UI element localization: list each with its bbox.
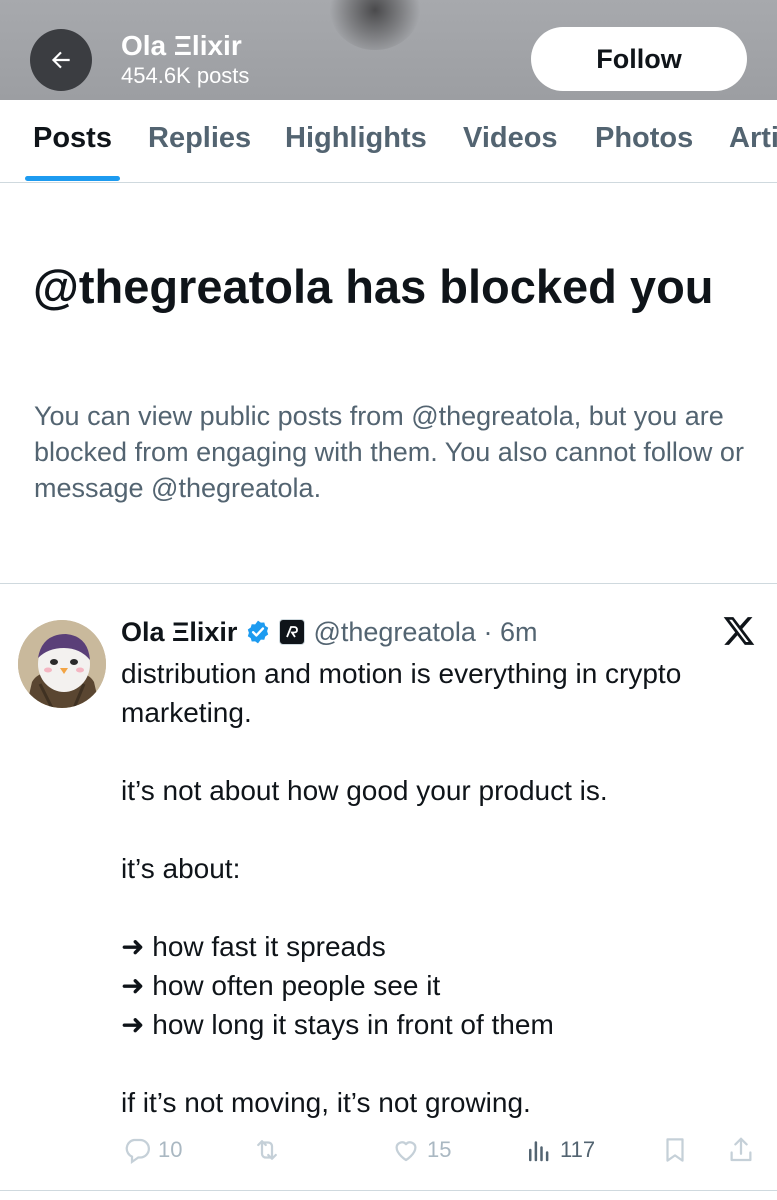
blocked-title: @thegreatola has blocked you xyxy=(33,260,714,313)
post-body: distribution and motion is everything in… xyxy=(121,654,751,1122)
like-count: 15 xyxy=(427,1137,452,1162)
verified-badge-icon xyxy=(248,620,269,644)
follow-button[interactable]: Follow xyxy=(531,27,747,91)
profile-tabs: Posts Replies Highlights Videos Photos A… xyxy=(0,100,777,183)
blocked-description: You can view public posts from @thegreat… xyxy=(34,401,744,503)
post-header: Ola Ξlixir @thegreatola · 6m xyxy=(121,614,537,650)
post-actions: 10 15 117 xyxy=(0,1128,777,1172)
profile-header: Ola Ξlixir 454.6K posts Follow xyxy=(0,0,777,100)
penguin-avatar-icon xyxy=(18,620,106,708)
avatar[interactable] xyxy=(18,620,106,708)
post-divider xyxy=(0,1190,777,1191)
tab-articles[interactable]: Arti xyxy=(729,122,777,155)
profile-name: Ola Ξlixir xyxy=(121,30,242,61)
like-icon xyxy=(395,1141,417,1162)
section-divider xyxy=(0,583,777,584)
repost-button[interactable] xyxy=(252,1128,282,1172)
bookmark-button[interactable] xyxy=(660,1128,690,1172)
views-button[interactable]: 117 xyxy=(524,1128,595,1172)
share-button[interactable] xyxy=(726,1128,756,1172)
post-count: 454.6K posts xyxy=(121,63,250,88)
reply-count: 10 xyxy=(158,1137,183,1162)
post-line: it’s not about how good your product is. xyxy=(121,775,608,806)
share-icon xyxy=(730,1137,752,1162)
like-button[interactable]: 15 xyxy=(391,1128,451,1172)
post-line: ➜ how fast it spreads xyxy=(121,931,386,962)
active-tab-indicator xyxy=(25,176,120,181)
tab-videos[interactable]: Videos xyxy=(463,122,558,155)
reply-button[interactable]: 10 xyxy=(122,1128,182,1172)
repost-icon xyxy=(257,1140,277,1160)
post-line: ➜ how often people see it xyxy=(121,970,441,1001)
back-button[interactable] xyxy=(30,29,92,91)
bookmark-icon xyxy=(666,1138,684,1162)
post-author-name[interactable]: Ola Ξlixir xyxy=(121,617,237,648)
views-icon xyxy=(529,1141,549,1162)
banner-image xyxy=(330,0,420,50)
post-line: ➜ how long it stays in front of them xyxy=(121,1009,554,1040)
tab-highlights[interactable]: Highlights xyxy=(285,122,427,155)
tab-photos[interactable]: Photos xyxy=(595,122,693,155)
tab-posts[interactable]: Posts xyxy=(33,122,112,155)
post-line: distribution and motion is everything in… xyxy=(121,658,682,728)
post-handle-time[interactable]: @thegreatola · 6m xyxy=(313,617,537,648)
affiliate-logo-icon[interactable] xyxy=(279,619,306,645)
reply-icon xyxy=(125,1138,150,1165)
post-line: it’s about: xyxy=(121,853,241,884)
views-count: 117 xyxy=(560,1137,596,1162)
x-logo-icon xyxy=(723,617,755,645)
post-line: if it’s not moving, it’s not growing. xyxy=(121,1087,531,1118)
tab-replies[interactable]: Replies xyxy=(148,122,251,155)
back-arrow-icon xyxy=(51,51,70,69)
